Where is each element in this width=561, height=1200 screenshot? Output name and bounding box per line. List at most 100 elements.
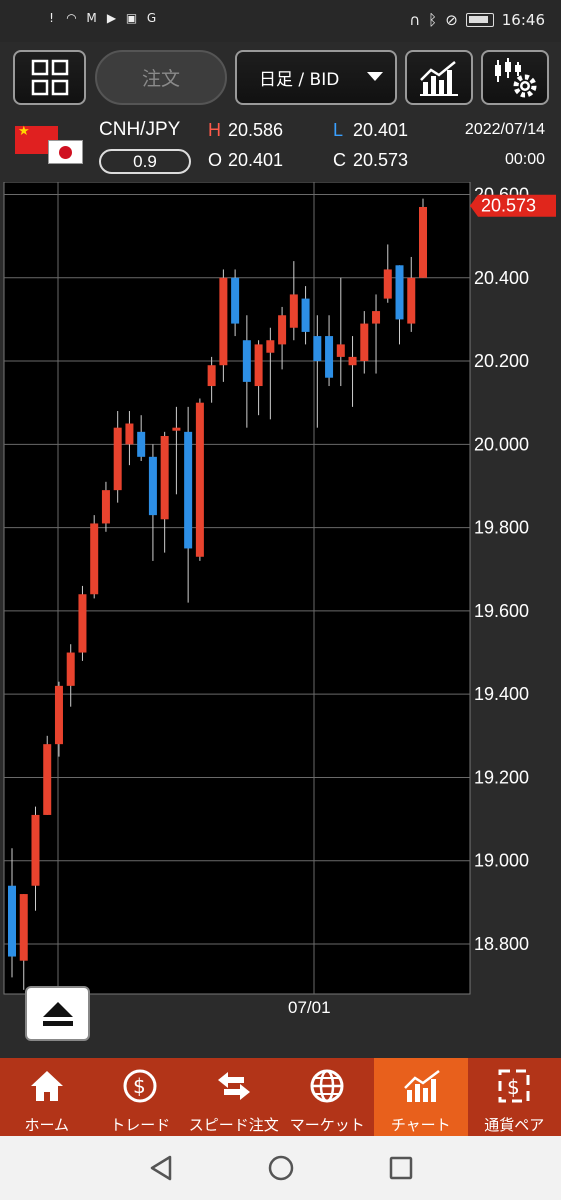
trade-icon: $ — [123, 1069, 157, 1103]
chevron-down-icon — [367, 72, 383, 81]
system-navigation-bar — [0, 1136, 561, 1200]
open-key: O — [208, 150, 223, 170]
eject-icon — [42, 1001, 73, 1026]
candle-body — [78, 594, 87, 653]
candle-body — [101, 490, 110, 524]
candle-body — [184, 431, 193, 549]
candle-body — [301, 298, 310, 332]
candle-body — [54, 685, 63, 745]
y-tick-label: 20.000 — [474, 434, 529, 454]
app-icon: ▣ — [125, 11, 138, 25]
google-icon: G — [146, 11, 157, 25]
svg-text:$: $ — [507, 1075, 520, 1099]
back-icon[interactable] — [148, 1154, 174, 1182]
status-bar: ! ◠ M ▶ ▣ G ∩ ᛒ ⊘ 16:46 — [0, 0, 561, 42]
candle-body — [325, 336, 334, 378]
candle-body — [219, 277, 228, 366]
indicator-button[interactable] — [405, 50, 473, 105]
candle-body — [8, 885, 16, 957]
y-tick-label: 19.200 — [474, 767, 529, 787]
candle-body — [360, 323, 369, 362]
chart-canvas[interactable]: 20.60020.40020.20020.00019.80019.60019.4… — [0, 182, 561, 1058]
order-button[interactable]: 注文 — [95, 50, 227, 105]
status-right-icons: ∩ ᛒ ⊘ 16:46 — [409, 11, 545, 29]
candle-body — [348, 356, 357, 366]
high-key: H — [208, 120, 221, 140]
candle-body — [207, 365, 216, 387]
quote-panel: CNH/JPY 0.9 H20.586 L20.401 O20.401 C20.… — [0, 112, 561, 182]
chart-icon — [403, 1070, 440, 1102]
nav-tab-label: 通貨ペア — [484, 1116, 545, 1134]
close-key: C — [333, 150, 346, 170]
x-tick-label: 07/01 — [288, 998, 331, 1017]
high-value: 20.586 — [228, 120, 284, 140]
current-price-label: 20.573 — [481, 196, 536, 216]
chart-toolbar: 注文 日足 / BID — [0, 42, 561, 112]
nav-tab-currency-pair[interactable]: $ 通貨ペア — [468, 1058, 561, 1136]
y-tick-label: 20.200 — [474, 351, 529, 371]
nav-tab-home[interactable]: ホーム — [0, 1058, 94, 1136]
open-value: 20.401 — [228, 150, 284, 170]
candle-body — [43, 744, 52, 815]
currency-pair-icon: $ — [498, 1069, 530, 1103]
open-quote: O 20.401 — [208, 150, 283, 171]
nav-tab-label: スピード注文 — [188, 1116, 279, 1134]
quote-time: 00:00 — [504, 151, 545, 168]
mute-icon: ⊘ — [445, 11, 458, 29]
candle-gear-icon — [495, 57, 537, 97]
mail-icon: M — [86, 11, 97, 25]
candle-body — [137, 431, 146, 457]
speed-order-icon — [217, 1072, 250, 1100]
nav-tab-label: ホーム — [24, 1116, 70, 1134]
spread-badge: 0.9 — [99, 149, 191, 174]
chart-settings-button[interactable] — [481, 50, 549, 105]
nav-tab-speed-order[interactable]: スピード注文 — [187, 1058, 281, 1136]
candle-body — [336, 344, 345, 357]
y-tick-label: 19.600 — [474, 601, 529, 621]
period-select[interactable]: 日足 / BID — [235, 50, 397, 105]
layout-grid-button[interactable] — [13, 50, 86, 105]
candle-body — [19, 894, 28, 961]
low-quote: L 20.401 — [333, 120, 408, 141]
nav-tab-chart[interactable]: チャート — [374, 1058, 468, 1136]
y-tick-label: 19.400 — [474, 684, 529, 704]
grid-icon — [31, 59, 68, 95]
nav-tab-market-globe[interactable]: マーケット — [281, 1058, 375, 1136]
candle-body — [242, 340, 251, 382]
bluetooth-icon: ᛒ — [428, 11, 438, 29]
candle-body — [160, 436, 169, 520]
candle-body — [231, 277, 240, 324]
candle-body — [266, 340, 275, 353]
low-value: 20.401 — [353, 120, 409, 140]
candlestick-chart[interactable]: 20.600 20.400 20.200 20.000 19.800 19.600 19.4… — [0, 182, 561, 1058]
expand-panel-button[interactable] — [25, 986, 90, 1041]
home-circle-icon[interactable] — [267, 1154, 295, 1182]
status-time: 16:46 — [501, 11, 545, 29]
japan-flag-icon — [48, 140, 83, 164]
candle-body — [383, 269, 392, 299]
nav-tab-trade[interactable]: $ トレード — [94, 1058, 188, 1136]
period-label: 日足 / BID — [259, 70, 340, 90]
candle-body — [395, 265, 404, 320]
candle-body — [125, 423, 134, 445]
battery-icon — [465, 13, 494, 27]
recents-icon[interactable] — [388, 1154, 414, 1182]
candle-body — [66, 652, 75, 686]
currency-pair-name: CNH/JPY — [99, 119, 181, 140]
youtube-icon: ▶ — [106, 11, 117, 25]
candle-body — [407, 277, 416, 324]
status-left-icons: ! ◠ M ▶ ▣ G — [44, 11, 159, 26]
low-key: L — [333, 120, 344, 140]
candle-body — [289, 294, 298, 328]
market-globe-icon — [310, 1069, 344, 1103]
nav-tab-label: チャート — [390, 1116, 451, 1134]
candle-body — [419, 206, 427, 278]
close-value: 20.573 — [353, 150, 409, 170]
candle-body — [195, 402, 204, 557]
headset-icon: ∩ — [409, 11, 421, 29]
candle-body — [90, 523, 99, 595]
close-quote: C 20.573 — [333, 150, 408, 171]
candle-body — [254, 344, 263, 387]
home-icon — [30, 1071, 63, 1101]
nav-tab-label: トレード — [110, 1116, 171, 1134]
